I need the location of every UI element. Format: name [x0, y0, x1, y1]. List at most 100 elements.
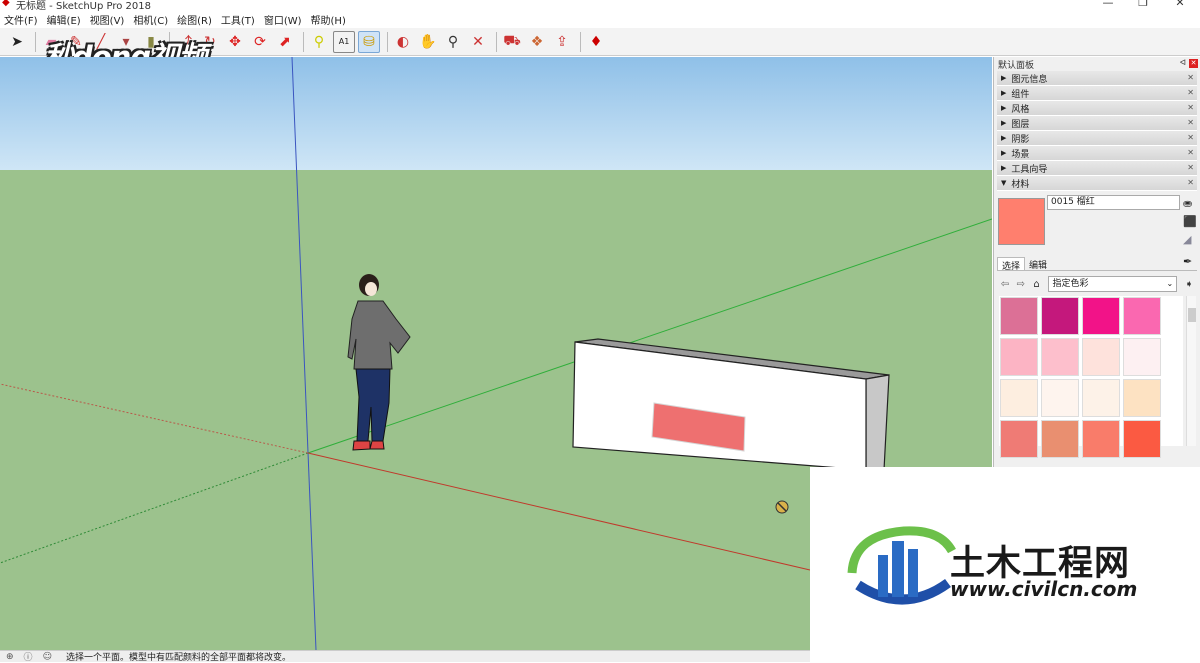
tray-label: 图元信息	[1011, 74, 1048, 85]
tab-edit[interactable]: 编辑	[1025, 257, 1051, 271]
material-swatch[interactable]	[1000, 338, 1038, 376]
pin-icon[interactable]: ᐊ	[1180, 58, 1186, 67]
tray-layers[interactable]: ▶ 图层 ✕	[997, 116, 1197, 131]
material-name-field[interactable]: 0015 榴红	[1047, 195, 1180, 210]
toolbar-separator	[387, 31, 388, 52]
panel-close-icon[interactable]: ✕	[1189, 59, 1198, 68]
details-arrow-icon[interactable]: ➧	[1181, 279, 1197, 290]
tray-close-icon[interactable]: ✕	[1187, 133, 1194, 142]
logo-url: www.civilcn.com	[950, 577, 1138, 601]
menu-bar: 文件(F) 编辑(E) 视图(V) 相机(C) 绘图(R) 工具(T) 窗口(W…	[0, 11, 1200, 28]
tray-close-icon[interactable]: ✕	[1187, 163, 1194, 172]
back-arrow-icon[interactable]: ⇦	[997, 279, 1013, 290]
blue-axis	[291, 57, 317, 650]
collection-select-value: 指定色彩	[1052, 279, 1089, 289]
user-icon[interactable]: ☺	[43, 652, 52, 662]
status-bar: ⊕ ⓘ ☺ 选择一个平面。模型中有匹配颜料的全部平面都将改变。	[0, 650, 810, 663]
material-swatch-grid	[999, 296, 1183, 458]
tape-measure-icon[interactable]: ⚲	[308, 31, 330, 53]
toolbar-separator	[35, 31, 36, 52]
material-swatch[interactable]	[1123, 379, 1161, 417]
home-icon[interactable]: ⌂	[1029, 279, 1045, 290]
panel-header: 默认面板 ᐊ ✕	[994, 57, 1200, 71]
forward-arrow-icon[interactable]: ⇨	[1013, 279, 1029, 290]
extension-icon[interactable]: ❖	[526, 31, 548, 53]
menu-camera[interactable]: 相机(C)	[133, 12, 168, 27]
material-swatch[interactable]	[1041, 297, 1079, 335]
menu-edit[interactable]: 编辑(E)	[47, 12, 81, 27]
current-material-swatch[interactable]	[998, 198, 1045, 245]
material-swatch[interactable]	[1123, 420, 1161, 458]
paint-bucket-active-icon[interactable]: ⛁	[358, 30, 380, 53]
tray-label: 图层	[1011, 119, 1030, 130]
tray-close-icon[interactable]: ✕	[1187, 103, 1194, 112]
text-icon[interactable]: A1	[333, 30, 355, 53]
title-bar: ◆ 无标题 - SketchUp Pro 2018 — ❐ ✕	[0, 0, 1200, 12]
eyedropper-icon[interactable]: ✒	[1183, 255, 1192, 268]
scrollbar-thumb[interactable]	[1188, 308, 1196, 322]
swatch-scrollbar[interactable]	[1186, 296, 1196, 446]
toolbar-separator	[303, 31, 304, 52]
default-material-icon[interactable]: ◢	[1183, 233, 1191, 246]
tray-close-icon[interactable]: ✕	[1187, 73, 1194, 82]
minimize-button[interactable]: —	[1090, 0, 1126, 10]
warehouse-icon[interactable]: ⛟	[501, 31, 523, 53]
material-swatch[interactable]	[1082, 420, 1120, 458]
tray-shadows[interactable]: ▶ 阴影 ✕	[997, 131, 1197, 146]
material-swatch[interactable]	[1082, 297, 1120, 335]
material-swatch[interactable]	[1041, 379, 1079, 417]
tray-close-icon[interactable]: ✕	[1187, 88, 1194, 97]
menu-draw[interactable]: 绘图(R)	[177, 12, 212, 27]
material-swatch[interactable]	[1082, 379, 1120, 417]
menu-tools[interactable]: 工具(T)	[221, 12, 255, 27]
collection-select[interactable]: 指定色彩 ⌄	[1048, 276, 1178, 292]
geo-location-icon[interactable]: ⊕	[6, 652, 14, 662]
select-arrow-icon[interactable]: ➤	[6, 31, 28, 53]
tab-select[interactable]: 选择	[997, 257, 1026, 272]
status-message: 选择一个平面。模型中有匹配颜料的全部平面都将改变。	[65, 653, 291, 663]
tray-components[interactable]: ▶ 组件 ✕	[997, 86, 1197, 101]
tray-label: 阴影	[1011, 134, 1030, 145]
tray-label: 材料	[1011, 179, 1030, 190]
rotate-icon[interactable]: ⟳	[249, 31, 271, 53]
tray-close-icon[interactable]: ✕	[1187, 118, 1194, 127]
tray-close-icon[interactable]: ✕	[1187, 178, 1194, 187]
orbit-icon[interactable]: ◐	[392, 31, 414, 53]
tray-materials[interactable]: ▼ 材料 ✕	[997, 176, 1197, 191]
tray-close-icon[interactable]: ✕	[1187, 148, 1194, 157]
menu-view[interactable]: 视图(V)	[90, 12, 125, 27]
credits-icon[interactable]: ⓘ	[24, 650, 33, 663]
ruby-icon[interactable]: ♦	[585, 31, 607, 53]
share-model-icon[interactable]: ⇪	[551, 31, 573, 53]
material-swatch[interactable]	[1000, 297, 1038, 335]
menu-help[interactable]: 帮助(H)	[311, 12, 346, 27]
wall-front-face	[572, 341, 867, 471]
tray-entity-info[interactable]: ▶ 图元信息 ✕	[997, 71, 1197, 86]
tray-styles[interactable]: ▶ 风格 ✕	[997, 101, 1197, 116]
logo-emblem-icon	[847, 526, 956, 605]
menu-file[interactable]: 文件(F)	[4, 12, 38, 27]
maximize-button[interactable]: ❐	[1125, 0, 1161, 10]
material-swatch[interactable]	[1000, 379, 1038, 417]
tray-instructor[interactable]: ▶ 工具向导 ✕	[997, 161, 1197, 176]
pan-icon[interactable]: ✋	[417, 31, 439, 53]
expand-arrow-icon: ▶	[1001, 149, 1007, 157]
move-icon[interactable]: ✥	[224, 31, 246, 53]
material-swatch[interactable]	[1123, 297, 1161, 335]
zoom-icon[interactable]: ⚲	[442, 31, 464, 53]
material-swatch[interactable]	[1123, 338, 1161, 376]
material-swatch[interactable]	[1041, 338, 1079, 376]
material-swatch[interactable]	[1041, 420, 1079, 458]
toolbar-separator	[580, 31, 581, 52]
scale-icon[interactable]: ⬈	[274, 31, 296, 53]
material-swatch[interactable]	[1000, 420, 1038, 458]
zoom-extents-icon[interactable]: ✕	[467, 31, 489, 53]
close-button[interactable]: ✕	[1162, 0, 1198, 10]
display-secondary-icon[interactable]: ⛂	[1183, 197, 1192, 210]
create-material-icon[interactable]: ⬛	[1183, 215, 1197, 228]
material-swatch[interactable]	[1082, 338, 1120, 376]
expand-arrow-icon: ▶	[1001, 74, 1007, 82]
tray-label: 工具向导	[1011, 164, 1048, 175]
tray-scenes[interactable]: ▶ 场景 ✕	[997, 146, 1197, 161]
menu-window[interactable]: 窗口(W)	[264, 12, 302, 27]
